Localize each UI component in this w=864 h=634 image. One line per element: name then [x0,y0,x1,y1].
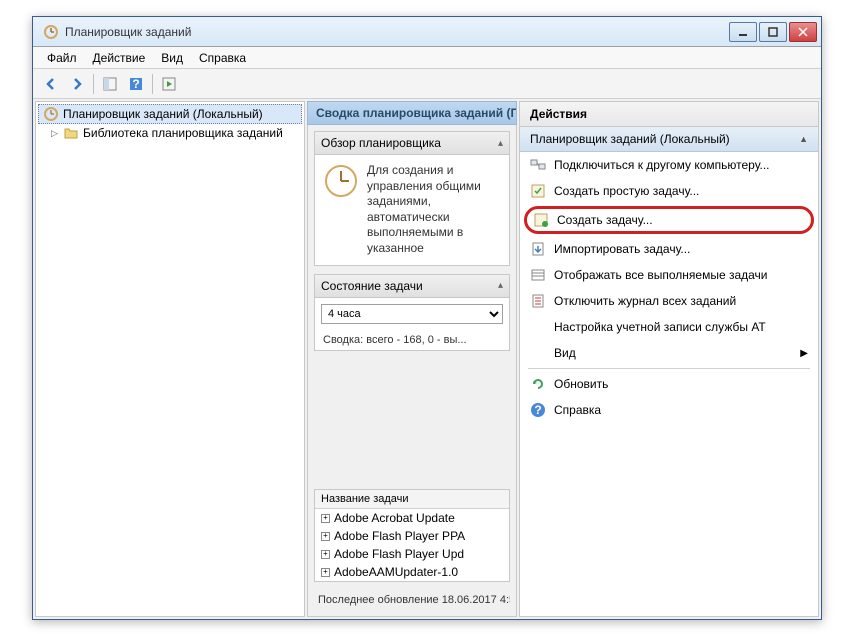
collapse-icon[interactable]: ▲ [799,134,808,144]
action-view[interactable]: Вид ▶ [520,340,818,366]
window-title: Планировщик заданий [65,25,729,39]
task-scheduler-window: Планировщик заданий Файл Действие Вид Сп… [32,16,822,620]
blank-icon [530,319,546,335]
help-button[interactable]: ? [124,72,148,96]
window-controls [729,22,817,42]
overview-text: Для создания и управления общими задания… [367,163,501,257]
summary-panel: Сводка планировщика заданий (После… Обзо… [307,101,517,617]
task-row[interactable]: +Adobe Flash Player PPA [315,527,509,545]
app-icon [43,24,59,40]
expand-icon[interactable]: + [321,532,330,541]
task-row[interactable]: +Adobe Flash Player Upd [315,545,509,563]
action-create-basic[interactable]: Создать простую задачу... [520,178,818,204]
maximize-button[interactable] [759,22,787,42]
menu-help[interactable]: Справка [191,49,254,67]
action-help[interactable]: ? Справка [520,397,818,423]
toolbar-separator [152,74,153,94]
action-refresh[interactable]: Обновить [520,371,818,397]
tree-root[interactable]: Планировщик заданий (Локальный) [38,104,302,124]
forward-button[interactable] [65,72,89,96]
menu-action[interactable]: Действие [85,49,154,67]
status-section: Состояние задачи ▴ 4 часа Сводка: всего … [314,274,510,351]
svg-text:?: ? [534,403,541,417]
expand-icon[interactable]: + [321,514,330,523]
submenu-arrow-icon: ▶ [800,348,808,359]
action-disable-log[interactable]: Отключить журнал всех заданий [520,288,818,314]
task-name-column[interactable]: Название задачи [315,490,509,509]
close-button[interactable] [789,22,817,42]
tree-root-label: Планировщик заданий (Локальный) [63,107,263,121]
actions-section-label: Планировщик заданий (Локальный) [530,132,730,146]
folder-icon [63,125,79,141]
overview-section: Обзор планировщика ▴ Для создания и упра… [314,131,510,266]
back-button[interactable] [39,72,63,96]
summary-body: Обзор планировщика ▴ Для создания и упра… [307,125,517,617]
titlebar[interactable]: Планировщик заданий [33,17,821,47]
overview-header[interactable]: Обзор планировщика ▴ [315,132,509,155]
collapse-icon[interactable]: ▴ [498,138,503,149]
overview-title: Обзор планировщика [321,136,441,150]
menubar: Файл Действие Вид Справка [33,47,821,69]
summary-text: Сводка: всего - 168, 0 - вы... [315,330,509,350]
separator [528,368,810,369]
running-icon [530,267,546,283]
import-icon [530,241,546,257]
clock-icon [323,163,359,199]
refresh-icon [530,376,546,392]
actions-title: Действия [519,101,819,127]
actions-section-header[interactable]: Планировщик заданий (Локальный) ▲ [520,127,818,152]
tree-library[interactable]: ▷ Библиотека планировщика заданий [38,124,302,142]
log-icon [530,293,546,309]
collapse-icon[interactable]: ▴ [498,280,503,291]
clock-icon [43,106,59,122]
expand-icon[interactable]: ▷ [50,129,59,138]
overview-content: Для создания и управления общими задания… [315,155,509,265]
menu-view[interactable]: Вид [153,49,191,67]
summary-header: Сводка планировщика заданий (После… [307,101,517,125]
status-title: Состояние задачи [321,279,423,293]
status-header[interactable]: Состояние задачи ▴ [315,275,509,298]
show-hide-tree-button[interactable] [98,72,122,96]
last-update: Последнее обновление 18.06.2017 4:5 [314,590,510,610]
expand-icon[interactable]: + [321,550,330,559]
expand-icon[interactable]: + [321,568,330,577]
help-icon: ? [530,402,546,418]
action-show-running[interactable]: Отображать все выполняемые задачи [520,262,818,288]
task-row[interactable]: +AdobeAAMUpdater-1.0 [315,563,509,581]
run-button[interactable] [157,72,181,96]
connect-icon [530,157,546,173]
action-import[interactable]: Импортировать задачу... [520,236,818,262]
content-area: Планировщик заданий (Локальный) ▷ Библио… [33,99,821,619]
toolbar-separator [93,74,94,94]
actions-body: Планировщик заданий (Локальный) ▲ Подклю… [519,127,819,617]
toolbar: ? [33,69,821,99]
menu-file[interactable]: Файл [39,49,85,67]
action-create-task[interactable]: Создать задачу... [524,206,814,234]
wizard-icon [530,183,546,199]
action-at-config[interactable]: Настройка учетной записи службы AT [520,314,818,340]
actions-panel: Действия Планировщик заданий (Локальный)… [519,101,819,617]
blank-icon [530,345,546,361]
task-row[interactable]: +Adobe Acrobat Update [315,509,509,527]
tree-panel[interactable]: Планировщик заданий (Локальный) ▷ Библио… [35,101,305,617]
tree-library-label: Библиотека планировщика заданий [83,126,283,140]
svg-text:?: ? [132,77,139,91]
action-connect[interactable]: Подключиться к другому компьютеру... [520,152,818,178]
time-period-select[interactable]: 4 часа [321,304,503,324]
task-list: Название задачи +Adobe Acrobat Update +A… [314,489,510,582]
create-task-icon [533,212,549,228]
minimize-button[interactable] [729,22,757,42]
